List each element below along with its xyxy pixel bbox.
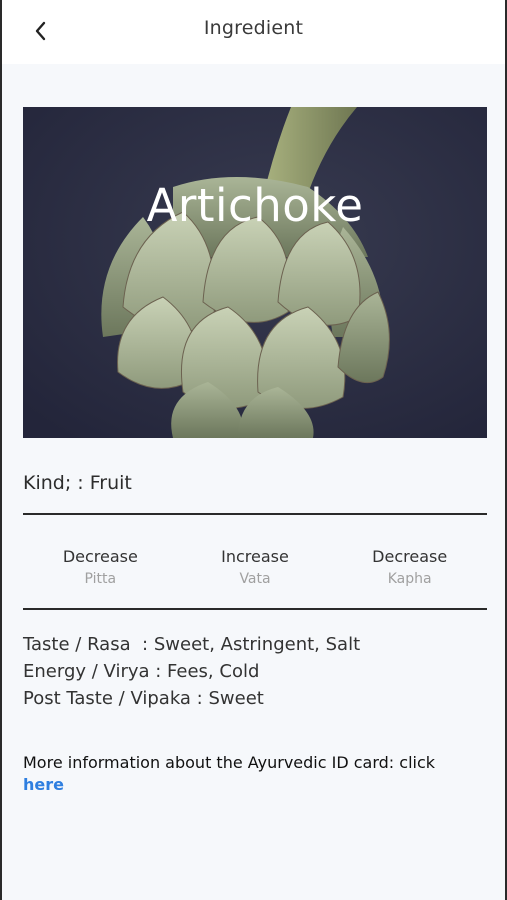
page-title: Ingredient (203, 17, 304, 39)
energy-virya: Energy / Virya : Fees, Cold (23, 661, 260, 682)
ingredient-image: Artichoke (23, 107, 487, 438)
kind-label: Kind; : Fruit (23, 472, 132, 494)
post-taste-vipaka: Post Taste / Vipaka : Sweet (23, 688, 264, 709)
taste-rasa: Taste / Rasa : Sweet, Astringent, Salt (23, 634, 361, 655)
divider-bottom (23, 608, 487, 610)
dosha-vata: Increase Vata (178, 547, 333, 587)
dosha-effect: Decrease (62, 547, 138, 566)
ingredient-properties: Taste / Rasa : Sweet, Astringent, Salt E… (23, 631, 360, 712)
dosha-name: Kapha (387, 571, 432, 587)
dosha-pitta: Decrease Pitta (23, 547, 178, 587)
dosha-kapha: Decrease Kapha (332, 547, 487, 587)
artichoke-illustration (23, 107, 487, 438)
more-info: More information about the Ayurvedic ID … (23, 752, 493, 796)
divider-top (23, 513, 487, 515)
more-info-link[interactable]: here (23, 775, 64, 794)
navigation-bar: Ingredient (2, 0, 505, 64)
dosha-name: Vata (239, 571, 271, 587)
app-screen: Ingredient Artichoke Kind;: Fruit Decre… (0, 0, 507, 900)
ingredient-name: Artichoke (146, 179, 364, 232)
dosha-effects: Decrease Pitta Increase Vata Decrease Ka… (23, 547, 487, 587)
dosha-name: Pitta (84, 571, 117, 587)
dosha-effect: Decrease (372, 547, 448, 566)
more-info-text: More information about the Ayurvedic ID … (23, 753, 436, 772)
dosha-effect: Increase (221, 547, 289, 566)
